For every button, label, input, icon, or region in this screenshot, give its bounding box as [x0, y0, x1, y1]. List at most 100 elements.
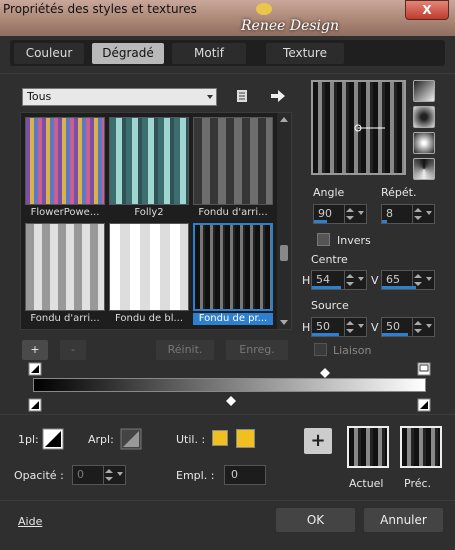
gradient-label: Fondu de bl... — [114, 313, 184, 324]
tab-couleur[interactable]: Couleur — [14, 43, 84, 64]
empl-label: Empl. : — [176, 469, 215, 482]
watermark-logo: Renee Design — [236, 3, 339, 38]
gradient-item[interactable]: Fondu de bl... — [109, 221, 189, 325]
document-list-icon[interactable] — [236, 89, 248, 103]
current-label: Actuel — [349, 477, 384, 490]
category-value: Tous — [27, 90, 52, 103]
gradient-item[interactable]: FlowerPowe... — [25, 115, 105, 219]
opacity-midpoint-icon[interactable] — [226, 396, 236, 406]
sunburst-style-button[interactable] — [413, 158, 435, 180]
gradient-grid: FlowerPowe... Folly2 Fondu d'arri... Fon… — [20, 112, 292, 330]
gradient-item[interactable]: Fondu d'arri... — [25, 221, 105, 325]
invert-label: Invers — [337, 234, 371, 247]
color-stop-end-icon[interactable] — [417, 362, 431, 376]
gradient-thumbnail — [193, 223, 273, 311]
gradient-preview[interactable] — [311, 80, 406, 175]
gradient-item-selected[interactable]: Fondu de pr... — [193, 221, 273, 325]
current-swatch[interactable] — [347, 426, 389, 468]
invert-checkbox[interactable] — [317, 233, 330, 246]
title-bar[interactable]: Propriétés des styles et textures Renee … — [0, 0, 455, 36]
gradient-thumbnail — [193, 117, 273, 205]
gradient-item[interactable]: Folly2 — [109, 115, 189, 219]
tab-texture[interactable]: Texture — [266, 43, 344, 64]
category-dropdown[interactable]: Tous — [22, 88, 217, 106]
source-v-slider[interactable] — [382, 333, 408, 336]
gradient-scrollbar[interactable] — [277, 113, 291, 329]
butterfly-icon — [256, 3, 272, 15]
source-v-spinner[interactable]: 50 — [381, 317, 435, 337]
watermark-text: Renee Design — [241, 18, 340, 34]
angle-spinner[interactable]: 90 — [313, 204, 367, 224]
chevron-down-icon[interactable] — [358, 277, 364, 281]
source-h-value: 50 — [316, 320, 330, 333]
source-label: Source — [311, 299, 349, 312]
opacity-stop-end-icon[interactable] — [417, 398, 431, 412]
chevron-down-icon[interactable] — [358, 211, 364, 215]
spin-arrows-icon[interactable] — [103, 466, 113, 484]
center-crosshair-icon[interactable] — [313, 82, 404, 173]
add-gradient-button[interactable]: + — [22, 340, 48, 360]
rectangular-style-button[interactable] — [413, 106, 435, 128]
opacity-stop-start-icon[interactable] — [28, 398, 42, 412]
scroll-up-icon[interactable] — [280, 117, 288, 122]
chevron-down-icon[interactable] — [426, 277, 432, 281]
util-swatch-small[interactable] — [212, 430, 228, 446]
spin-arrows-icon[interactable] — [344, 271, 354, 289]
chevron-down-icon[interactable] — [358, 324, 364, 328]
help-link[interactable]: Aide — [18, 515, 42, 528]
spin-arrows-icon[interactable] — [412, 205, 422, 223]
gradient-item[interactable]: Fondu d'arri... — [193, 115, 273, 219]
center-h-label: H — [302, 274, 311, 287]
repeat-spinner[interactable]: 8 — [381, 204, 435, 224]
cancel-button[interactable]: Annuler — [364, 508, 443, 532]
util-swatch-large[interactable] — [236, 429, 255, 448]
reset-button[interactable]: Réinit. — [156, 340, 214, 360]
tab-degrade[interactable]: Dégradé — [92, 43, 164, 64]
source-h-slider[interactable] — [312, 333, 339, 336]
remove-gradient-button[interactable]: - — [60, 340, 86, 360]
color-stop-start-icon[interactable] — [28, 362, 42, 376]
center-h-slider[interactable] — [312, 286, 342, 289]
save-button[interactable]: Enreg. — [226, 340, 288, 360]
empl-field[interactable]: 0 — [224, 465, 266, 485]
arrow-right-icon[interactable] — [270, 89, 286, 103]
tab-motif[interactable]: Motif — [172, 43, 246, 64]
layer-label: 1pl: — [18, 433, 39, 446]
source-h-spinner[interactable]: 50 — [311, 317, 367, 337]
angle-label: Angle — [313, 186, 345, 199]
gradient-label: Fondu d'arri... — [30, 313, 100, 324]
spin-arrows-icon[interactable] — [344, 205, 354, 223]
ok-button[interactable]: OK — [276, 508, 355, 532]
center-v-label: V — [371, 274, 379, 287]
add-button[interactable]: + — [304, 428, 332, 454]
angle-slider[interactable] — [314, 220, 327, 223]
radial-style-button[interactable] — [413, 132, 435, 154]
close-button[interactable]: X — [405, 0, 449, 20]
chevron-down-icon[interactable] — [117, 472, 123, 476]
center-h-value: 54 — [316, 273, 330, 286]
scroll-thumb[interactable] — [280, 245, 288, 261]
gradient-label: Folly2 — [134, 207, 164, 218]
center-h-spinner[interactable]: 54 — [311, 270, 367, 290]
spin-arrows-icon[interactable] — [412, 318, 422, 336]
gradient-thumbnail — [109, 223, 189, 311]
gradient-bar[interactable] — [33, 378, 426, 392]
center-v-slider[interactable] — [382, 286, 416, 289]
scroll-down-icon[interactable] — [280, 320, 288, 325]
midpoint-diamond-icon[interactable] — [320, 368, 330, 378]
chevron-down-icon[interactable] — [426, 211, 432, 215]
layer-mode-icon[interactable] — [42, 428, 64, 450]
opacity-value: 0 — [77, 468, 84, 481]
divider — [0, 414, 455, 415]
previous-swatch[interactable] — [400, 426, 442, 468]
center-v-spinner[interactable]: 65 — [381, 270, 435, 290]
link-checkbox[interactable] — [314, 343, 327, 356]
opacity-spinner[interactable]: 0 — [72, 465, 126, 485]
source-v-value: 50 — [386, 320, 400, 333]
arpl-mode-icon[interactable] — [120, 428, 142, 450]
linear-style-button[interactable] — [413, 80, 435, 102]
spin-arrows-icon[interactable] — [344, 318, 354, 336]
repeat-slider[interactable] — [382, 220, 388, 223]
repeat-value: 8 — [386, 207, 393, 220]
chevron-down-icon[interactable] — [426, 324, 432, 328]
